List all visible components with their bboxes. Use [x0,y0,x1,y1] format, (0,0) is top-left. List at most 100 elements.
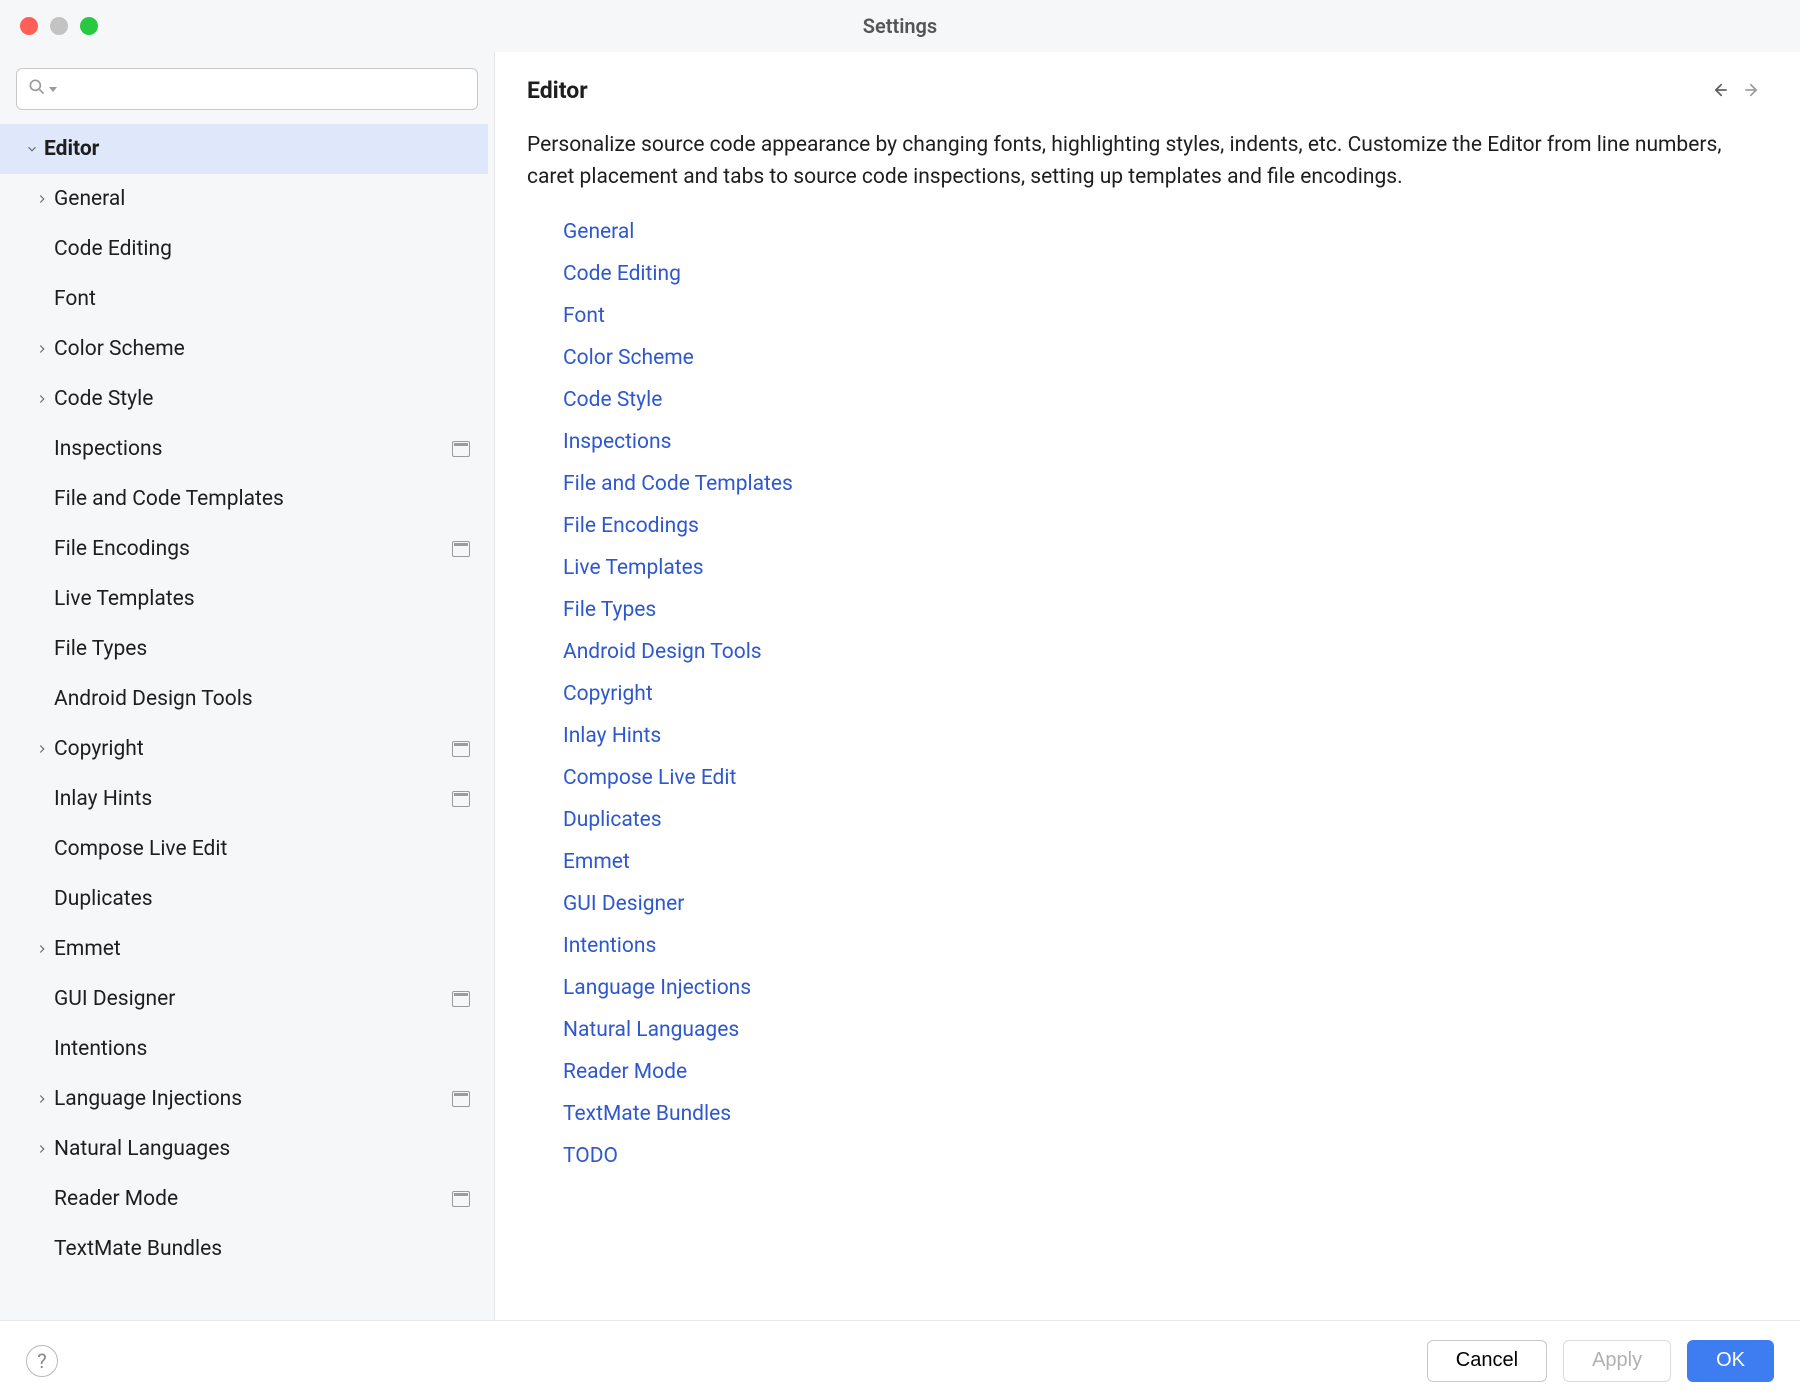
tree-item-label: Live Templates [54,587,470,611]
project-scope-icon [452,541,470,557]
subpage-link[interactable]: Code Editing [563,253,1768,295]
subpage-link[interactable]: Language Injections [563,967,1768,1009]
subpage-link[interactable]: Live Templates [563,547,1768,589]
cancel-button[interactable]: Cancel [1427,1340,1547,1382]
tree-item[interactable]: Language Injections [0,1074,488,1124]
tree-item-label: Duplicates [54,887,470,911]
tree-item-label: Editor [44,137,470,161]
tree-item[interactable]: GUI Designer [0,974,488,1024]
chevron-right-icon[interactable] [30,942,54,956]
subpage-link[interactable]: File Encodings [563,505,1768,547]
project-scope-icon [452,791,470,807]
subpage-link[interactable]: Emmet [563,841,1768,883]
tree-item[interactable]: Inlay Hints [0,774,488,824]
traffic-lights [20,17,98,35]
project-scope-icon [452,441,470,457]
subpage-link[interactable]: Color Scheme [563,337,1768,379]
tree-item[interactable]: Duplicates [0,874,488,924]
subpage-link[interactable]: Code Style [563,379,1768,421]
subpage-link[interactable]: TextMate Bundles [563,1093,1768,1135]
chevron-down-icon[interactable] [20,142,44,156]
tree-item[interactable]: Code Editing [0,224,488,274]
chevron-right-icon[interactable] [30,742,54,756]
minimize-window-icon[interactable] [50,17,68,35]
tree-item-label: File and Code Templates [54,487,470,511]
subpage-link[interactable]: File and Code Templates [563,463,1768,505]
tree-item[interactable]: File Types [0,624,488,674]
tree-item[interactable]: Code Style [0,374,488,424]
tree-item-label: Compose Live Edit [54,837,470,861]
apply-button[interactable]: Apply [1563,1340,1671,1382]
tree-item[interactable]: General [0,174,488,224]
tree-item-label: Reader Mode [54,1187,452,1211]
subpage-link[interactable]: Intentions [563,925,1768,967]
project-scope-icon [452,741,470,757]
tree-item-label: Intentions [54,1037,470,1061]
tree-item-label: GUI Designer [54,987,452,1011]
close-window-icon[interactable] [20,17,38,35]
tree-item-label: Copyright [54,737,452,761]
tree-item-label: File Types [54,637,470,661]
tree-item[interactable]: File and Code Templates [0,474,488,524]
tree-item-label: Code Editing [54,237,470,261]
chevron-right-icon[interactable] [30,392,54,406]
page-title: Editor [527,77,1704,104]
ok-button[interactable]: OK [1687,1340,1774,1382]
tree-item[interactable]: Intentions [0,1024,488,1074]
subpage-link[interactable]: Inspections [563,421,1768,463]
tree-item[interactable]: TextMate Bundles [0,1224,488,1274]
tree-item-label: Language Injections [54,1087,452,1111]
chevron-right-icon[interactable] [30,1092,54,1106]
nav-forward-button[interactable] [1736,74,1768,106]
tree-item[interactable]: Editor [0,124,488,174]
subpage-link[interactable]: Font [563,295,1768,337]
tree-item-label: Inspections [54,437,452,461]
tree-item[interactable]: Compose Live Edit [0,824,488,874]
subpage-link[interactable]: Natural Languages [563,1009,1768,1051]
tree-item[interactable]: Reader Mode [0,1174,488,1224]
titlebar: Settings [0,0,1800,52]
subpage-link[interactable]: Android Design Tools [563,631,1768,673]
subpage-link[interactable]: Duplicates [563,799,1768,841]
page-description: Personalize source code appearance by ch… [527,130,1757,193]
tree-item[interactable]: Android Design Tools [0,674,488,724]
subpage-link[interactable]: TODO [563,1135,1768,1177]
search-input[interactable] [16,68,478,110]
subpage-link[interactable]: Copyright [563,673,1768,715]
subpage-link[interactable]: Inlay Hints [563,715,1768,757]
tree-item-label: Android Design Tools [54,687,470,711]
chevron-right-icon[interactable] [30,1142,54,1156]
subpage-link[interactable]: General [563,211,1768,253]
tree-item[interactable]: Color Scheme [0,324,488,374]
nav-back-button[interactable] [1704,74,1736,106]
help-button[interactable]: ? [26,1345,58,1377]
subpage-link[interactable]: Compose Live Edit [563,757,1768,799]
tree-item-label: General [54,187,470,211]
tree-item-label: Color Scheme [54,337,470,361]
tree-item[interactable]: Natural Languages [0,1124,488,1174]
search-icon [27,77,47,101]
tree-item-label: Inlay Hints [54,787,452,811]
tree-item-label: Natural Languages [54,1137,470,1161]
tree-item[interactable]: Inspections [0,424,488,474]
project-scope-icon [452,1191,470,1207]
subpage-link[interactable]: GUI Designer [563,883,1768,925]
settings-tree[interactable]: Editor General Code Editing Font Color Schem… [0,124,494,1320]
window-title: Settings [0,14,1800,38]
sidebar: Editor General Code Editing Font Color Schem… [0,52,495,1320]
tree-item-label: Font [54,287,470,311]
tree-item[interactable]: File Encodings [0,524,488,574]
chevron-down-icon[interactable] [49,87,57,92]
zoom-window-icon[interactable] [80,17,98,35]
subpage-link[interactable]: File Types [563,589,1768,631]
tree-item[interactable]: Live Templates [0,574,488,624]
chevron-right-icon[interactable] [30,342,54,356]
tree-item[interactable]: Copyright [0,724,488,774]
tree-item[interactable]: Emmet [0,924,488,974]
project-scope-icon [452,991,470,1007]
subpage-link[interactable]: Reader Mode [563,1051,1768,1093]
chevron-right-icon[interactable] [30,192,54,206]
tree-item-label: File Encodings [54,537,452,561]
tree-item-label: TextMate Bundles [54,1237,470,1261]
tree-item[interactable]: Font [0,274,488,324]
